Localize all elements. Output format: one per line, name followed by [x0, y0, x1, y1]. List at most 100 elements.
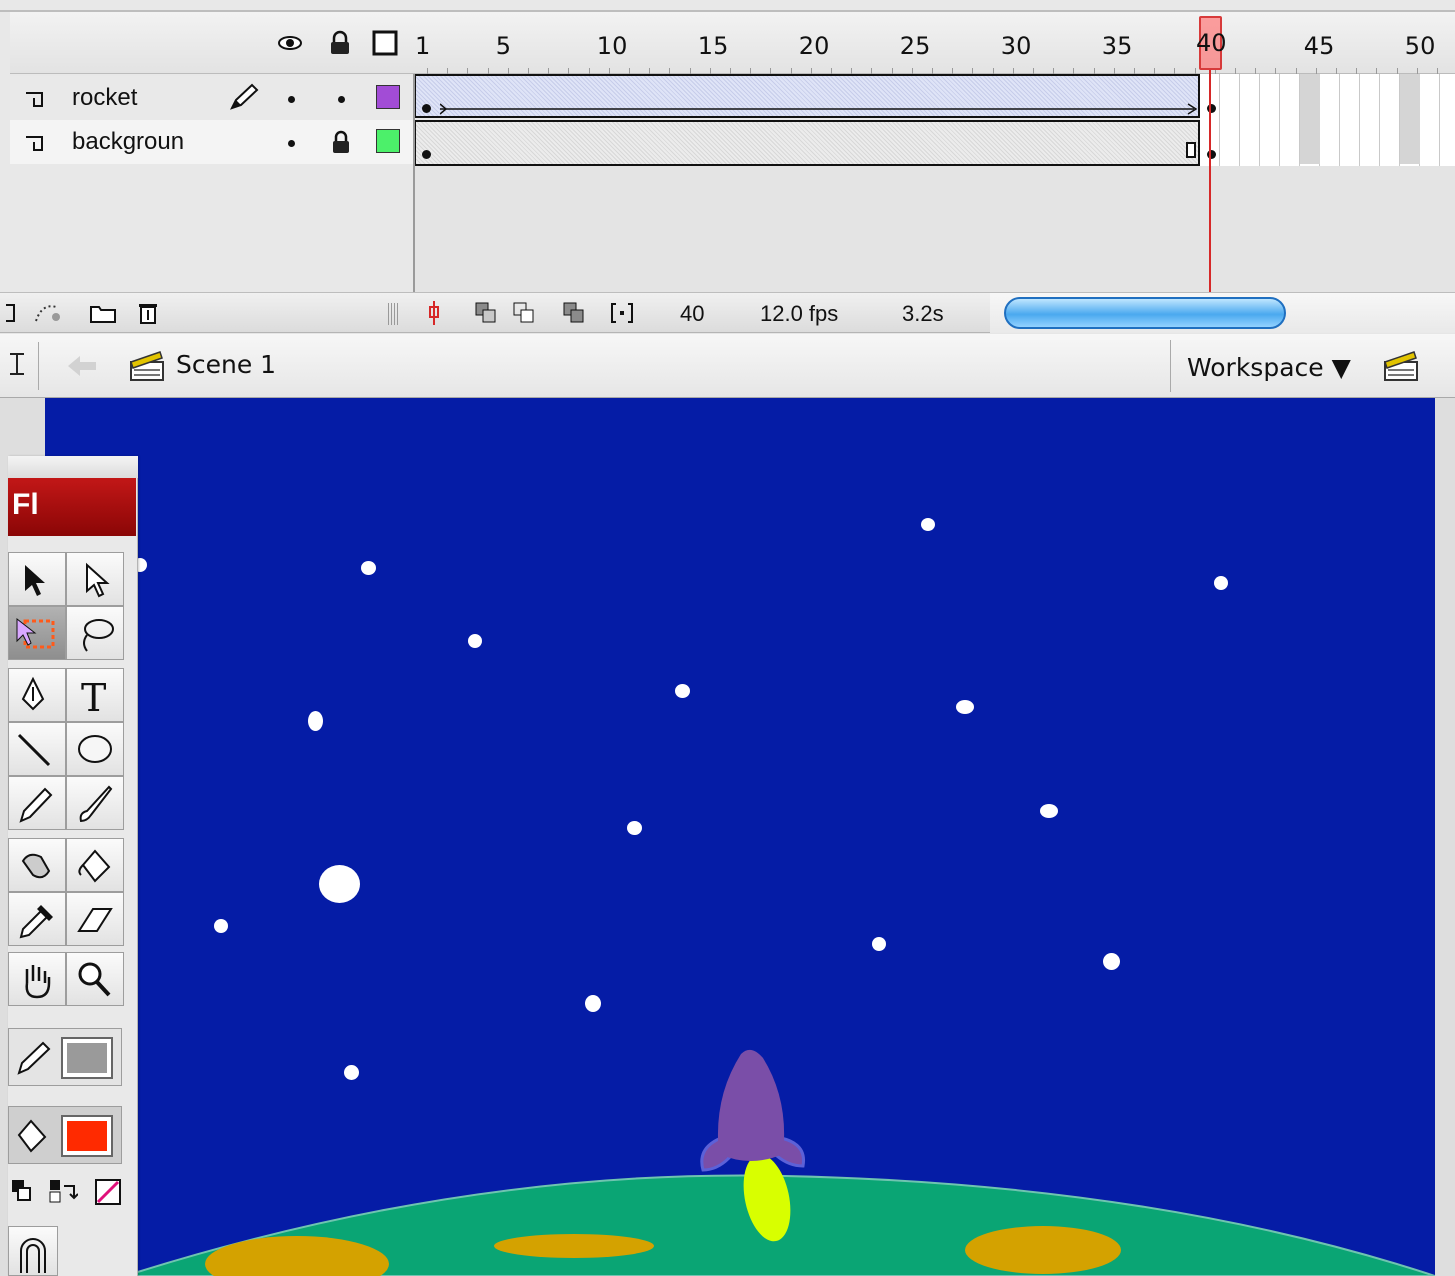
resize-grip[interactable]: [388, 303, 398, 325]
scene-clapperboard-icon: [130, 351, 164, 381]
stroke-color-well[interactable]: [8, 1028, 122, 1086]
frame-ruler[interactable]: 1 5 10 15 20 25 30 35 45 50: [413, 12, 1455, 77]
text-tool-button[interactable]: T: [66, 668, 124, 722]
default-colors-icon[interactable]: [10, 1178, 34, 1204]
layer-row-rocket[interactable]: rocket: [10, 76, 414, 120]
swap-colors-icon[interactable]: [48, 1178, 78, 1204]
subselection-tool-button[interactable]: [66, 552, 124, 606]
hand-icon: [25, 965, 51, 999]
back-arrow-icon[interactable]: [64, 352, 100, 380]
edit-bar: Scene 1 Workspace ▼: [0, 334, 1455, 398]
layer-row-background[interactable]: backgroun: [10, 120, 414, 164]
onion-skin-outlines-icon[interactable]: [512, 301, 536, 325]
stage-canvas[interactable]: [45, 398, 1435, 1276]
fill-color-well[interactable]: [8, 1106, 122, 1164]
show-hide-all-eye-icon[interactable]: [277, 30, 303, 56]
frame-number-20: 20: [798, 32, 830, 60]
timeline-scrollbar-thumb[interactable]: [1004, 297, 1286, 329]
frame-number-15: 15: [697, 32, 729, 60]
layer-color-swatch[interactable]: [376, 129, 400, 153]
insert-folder-icon[interactable]: [88, 301, 118, 325]
brush-tool-button[interactable]: [66, 776, 124, 830]
timeline-footer: 40 12.0 fps 3.2s: [0, 292, 1455, 333]
stroke-pencil-icon: [17, 1041, 51, 1075]
magnifier-icon: [78, 962, 111, 997]
frame-number-1: 1: [415, 32, 431, 60]
timeline-divider[interactable]: [413, 74, 415, 292]
oval-tool-button[interactable]: [66, 722, 124, 776]
separator: [38, 342, 39, 390]
layer-color-swatch[interactable]: [376, 85, 400, 109]
pencil-edit-icon: [230, 83, 259, 110]
modify-onion-markers-icon[interactable]: [610, 301, 634, 325]
layer-lock-icon[interactable]: [330, 130, 352, 154]
frame-number-50: 50: [1404, 32, 1436, 60]
playhead-frame-number: 40: [1196, 29, 1227, 57]
frame-number-35: 35: [1101, 32, 1133, 60]
add-motion-guide-icon[interactable]: [32, 301, 66, 325]
elapsed-time-readout: 3.2s: [902, 301, 944, 326]
tools-titlebar[interactable]: [8, 456, 138, 478]
layer-type-icon: [26, 92, 43, 107]
ink-bottle-tool-button[interactable]: [8, 838, 66, 892]
arrow-icon: [25, 565, 45, 596]
frame-rate-readout[interactable]: 12.0 fps: [760, 301, 838, 327]
fill-swatch-frame[interactable]: [61, 1115, 113, 1157]
lock-dot[interactable]: [338, 96, 345, 103]
visibility-dot[interactable]: [288, 96, 295, 103]
current-frame-readout: 40: [680, 301, 705, 326]
visibility-dot[interactable]: [288, 140, 295, 147]
timeline-toggle-icon[interactable]: [6, 352, 28, 378]
frame-group-separator: [1400, 74, 1420, 164]
tools-panel: Fl T: [8, 456, 138, 1276]
crater: [494, 1234, 654, 1258]
workspace-dropdown[interactable]: Workspace ▼: [1170, 340, 1360, 392]
frame-number-45: 45: [1303, 32, 1335, 60]
stage-artwork: [124, 1049, 1435, 1276]
layer-type-icon: [26, 136, 43, 151]
empty-frame-cells[interactable]: [1200, 74, 1455, 166]
free-transform-tool-button[interactable]: [8, 606, 66, 660]
keyframe-start[interactable]: [422, 104, 431, 113]
eraser-tool-button[interactable]: [66, 892, 124, 946]
frame-number-30: 30: [1000, 32, 1032, 60]
no-color-icon[interactable]: [94, 1178, 122, 1206]
scene-name[interactable]: Scene 1: [176, 350, 276, 379]
outline-all-icon[interactable]: [372, 30, 398, 56]
insert-layer-icon[interactable]: [4, 301, 28, 325]
frame-number-10: 10: [596, 32, 628, 60]
pencil-tool-button[interactable]: [8, 776, 66, 830]
edit-scene-clapperboard-icon[interactable]: [1382, 346, 1420, 384]
eyedropper-tool-button[interactable]: [8, 892, 66, 946]
eraser-icon: [77, 908, 113, 932]
delete-layer-trash-icon[interactable]: [136, 301, 160, 325]
line-tool-button[interactable]: [8, 722, 66, 776]
svg-text:T: T: [81, 676, 106, 717]
zoom-tool-button[interactable]: [66, 952, 124, 1006]
onion-skin-icon[interactable]: [474, 301, 498, 325]
selection-tool-button[interactable]: [8, 552, 66, 606]
frames-span-background[interactable]: [414, 120, 1200, 166]
hand-tool-button[interactable]: [8, 952, 66, 1006]
layers-empty-area: [10, 166, 413, 292]
hollow-arrow-icon: [86, 562, 110, 598]
lasso-tool-button[interactable]: [66, 606, 124, 660]
frame-group-separator: [1300, 74, 1320, 164]
eyedropper-icon: [19, 905, 53, 939]
snap-to-objects-button[interactable]: [8, 1226, 58, 1276]
stroke-swatch: [67, 1043, 107, 1073]
free-transform-icon: [16, 617, 55, 649]
pen-tool-button[interactable]: [8, 668, 66, 722]
fill-swatch: [67, 1121, 107, 1151]
fill-bucket-icon: [17, 1119, 47, 1153]
center-frame-icon[interactable]: [424, 301, 444, 325]
stroke-swatch-frame[interactable]: [61, 1037, 113, 1079]
keyframe-start[interactable]: [422, 150, 431, 159]
edit-multiple-frames-icon[interactable]: [562, 301, 586, 325]
text-t-icon: T: [81, 676, 106, 717]
lock-all-icon[interactable]: [327, 30, 353, 56]
frames-span-rocket[interactable]: [414, 74, 1200, 118]
ink-bottle-icon: [21, 853, 51, 879]
paint-bucket-tool-button[interactable]: [66, 838, 124, 892]
motion-tween-arrow: [440, 103, 1198, 115]
